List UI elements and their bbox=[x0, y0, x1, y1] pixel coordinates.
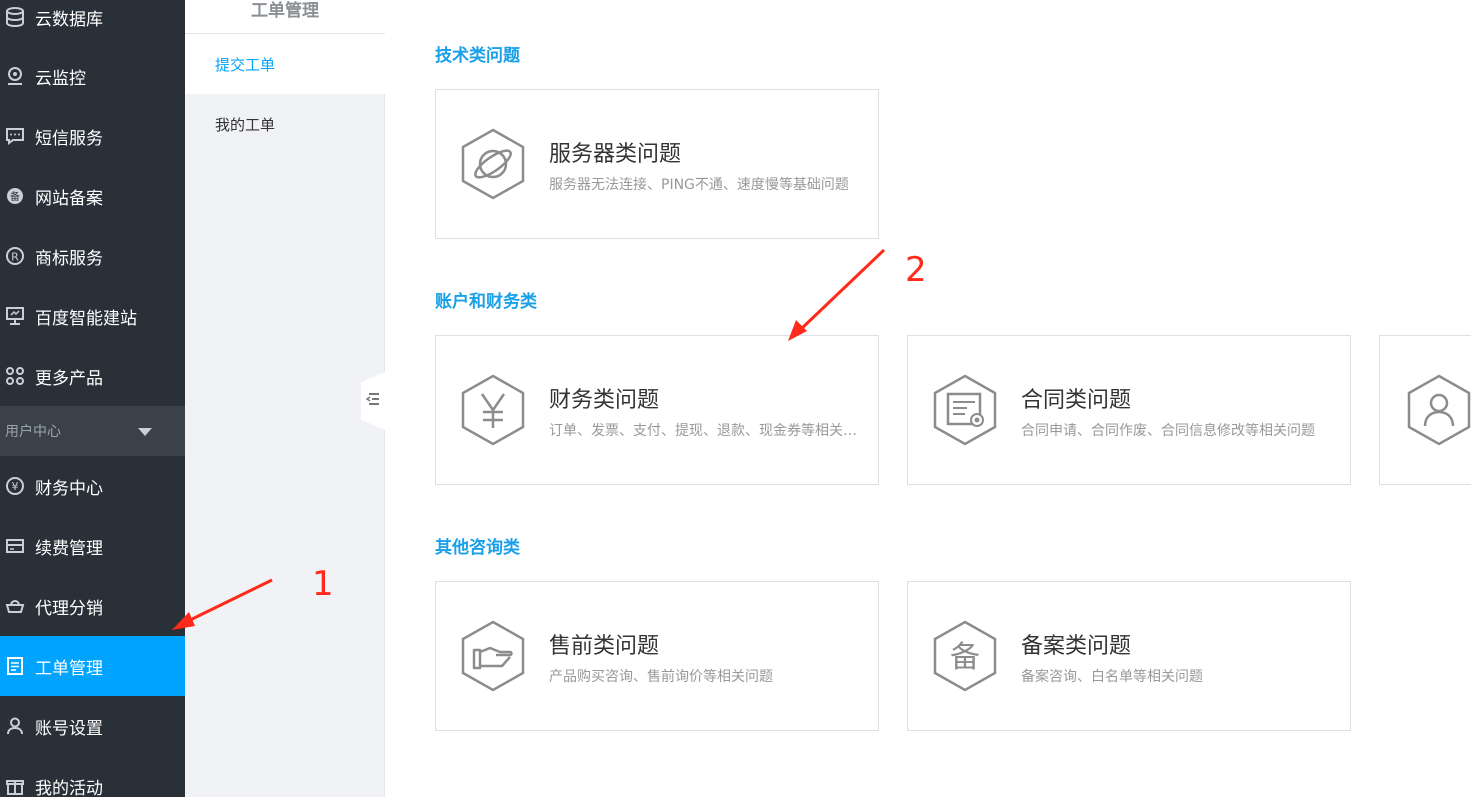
bei-icon: 备 bbox=[933, 620, 997, 692]
grid-icon bbox=[4, 365, 26, 387]
svg-text:¥: ¥ bbox=[12, 480, 19, 493]
group-title-other: 其他咨询类 bbox=[435, 538, 520, 558]
sidebar-section-user-center[interactable]: 用户中心 bbox=[0, 406, 185, 456]
sidebar-item-label: 续费管理 bbox=[35, 538, 103, 559]
card-description: 备案咨询、白名单等相关问题 bbox=[1021, 669, 1203, 685]
secondary-menu: 工单管理 提交工单 我的工单 bbox=[185, 0, 385, 797]
card-icp-issues[interactable]: 备 备案类问题 备案咨询、白名单等相关问题 bbox=[907, 581, 1351, 731]
sidebar-item-icp[interactable]: 备 网站备案 bbox=[0, 166, 185, 226]
gift-icon bbox=[4, 775, 26, 797]
message-icon bbox=[4, 125, 26, 147]
card-title: 售前类问题 bbox=[549, 634, 660, 659]
database-icon bbox=[4, 6, 26, 28]
submenu-item-submit-ticket[interactable]: 提交工单 bbox=[185, 34, 385, 94]
sidebar-item-label: 云监控 bbox=[35, 68, 86, 89]
card-finance-issues[interactable]: 财务类问题 订单、发票、支付、提现、退款、现金券等相关问题 bbox=[435, 335, 879, 485]
user-icon bbox=[1407, 374, 1471, 446]
card-description: 产品购买咨询、售前询价等相关问题 bbox=[549, 669, 773, 685]
sidebar-item-label: 工单管理 bbox=[35, 658, 103, 679]
app-root: 云数据库 云监控 短信服务 备 网站备案 R 商标服务 百度智能建站 更多产品 … bbox=[0, 0, 1471, 797]
registered-trademark-icon: R bbox=[4, 245, 26, 267]
contract-icon bbox=[933, 374, 997, 446]
card-title: 备案类问题 bbox=[1021, 634, 1132, 659]
sidebar-item-label: 更多产品 bbox=[35, 368, 103, 389]
ticket-icon bbox=[4, 655, 26, 677]
sidebar-item-trademark[interactable]: R 商标服务 bbox=[0, 226, 185, 286]
svg-text:备: 备 bbox=[10, 190, 20, 203]
group-title-account-finance: 账户和财务类 bbox=[435, 292, 537, 312]
group-title-tech: 技术类问题 bbox=[435, 46, 520, 66]
sidebar-item-agent[interactable]: 代理分销 bbox=[0, 576, 185, 636]
basket-icon bbox=[4, 595, 26, 617]
annotation-label-2: 2 bbox=[905, 250, 927, 290]
main-sidebar: 云数据库 云监控 短信服务 备 网站备案 R 商标服务 百度智能建站 更多产品 … bbox=[0, 0, 185, 797]
submenu-title: 工单管理 bbox=[185, 0, 385, 34]
sidebar-item-account-settings[interactable]: 账号设置 bbox=[0, 696, 185, 756]
sidebar-item-site-builder[interactable]: 百度智能建站 bbox=[0, 286, 185, 346]
sidebar-item-my-activities[interactable]: 我的活动 bbox=[0, 756, 185, 797]
sidebar-item-cloud-database[interactable]: 云数据库 bbox=[0, 0, 185, 47]
sidebar-item-renewal[interactable]: 续费管理 bbox=[0, 516, 185, 576]
sidebar-item-label: 财务中心 bbox=[35, 478, 103, 499]
card-description: 服务器无法连接、PING不通、速度慢等基础问题 bbox=[549, 177, 849, 193]
sidebar-item-label: 账号设置 bbox=[35, 718, 103, 739]
planet-icon bbox=[461, 128, 525, 200]
sidebar-item-cloud-monitor[interactable]: 云监控 bbox=[0, 46, 185, 106]
sidebar-item-sms[interactable]: 短信服务 bbox=[0, 106, 185, 166]
yen-icon bbox=[461, 374, 525, 446]
card-title: 财务类问题 bbox=[549, 388, 660, 413]
annotation-arrow-2 bbox=[788, 248, 886, 341]
submenu-item-label: 提交工单 bbox=[215, 55, 276, 74]
sidebar-item-finance-center[interactable]: ¥ 财务中心 bbox=[0, 456, 185, 516]
sidebar-item-label: 商标服务 bbox=[35, 248, 103, 269]
card-title: 合同类问题 bbox=[1021, 388, 1132, 413]
sidebar-item-ticket-management[interactable]: 工单管理 bbox=[0, 636, 185, 696]
caret-down-icon bbox=[138, 428, 152, 436]
svg-text:R: R bbox=[11, 251, 19, 264]
sidebar-item-more-products[interactable]: 更多产品 bbox=[0, 346, 185, 406]
record-badge-icon: 备 bbox=[4, 185, 26, 207]
sidebar-item-label: 我的活动 bbox=[35, 778, 103, 797]
section-label: 用户中心 bbox=[5, 424, 61, 440]
svg-text:备: 备 bbox=[950, 640, 980, 675]
yen-circle-icon: ¥ bbox=[4, 475, 26, 497]
card-contract-issues[interactable]: 合同类问题 合同申请、合同作废、合同信息修改等相关问题 bbox=[907, 335, 1351, 485]
card-icon bbox=[4, 535, 26, 557]
hand-icon bbox=[461, 620, 525, 692]
monitor-camera-icon bbox=[4, 65, 26, 87]
sidebar-item-label: 代理分销 bbox=[35, 598, 103, 619]
user-icon bbox=[4, 715, 26, 737]
sidebar-item-label: 网站备案 bbox=[35, 188, 103, 209]
menu-collapse-icon bbox=[365, 391, 381, 411]
card-title: 服务器类问题 bbox=[549, 142, 682, 167]
submenu-item-my-tickets[interactable]: 我的工单 bbox=[185, 94, 385, 154]
sidebar-item-label: 短信服务 bbox=[35, 128, 103, 149]
card-description: 订单、发票、支付、提现、退款、现金券等相关问题 bbox=[549, 423, 859, 439]
desktop-icon bbox=[4, 305, 26, 327]
card-description: 合同申请、合同作废、合同信息修改等相关问题 bbox=[1021, 423, 1315, 439]
card-server-issues[interactable]: 服务器类问题 服务器无法连接、PING不通、速度慢等基础问题 bbox=[435, 89, 879, 239]
sidebar-item-label: 百度智能建站 bbox=[35, 308, 137, 329]
submenu-item-label: 我的工单 bbox=[215, 115, 276, 134]
card-presales-issues[interactable]: 售前类问题 产品购买咨询、售前询价等相关问题 bbox=[435, 581, 879, 731]
sidebar-item-label: 云数据库 bbox=[35, 9, 103, 30]
card-account-issues-partial[interactable] bbox=[1379, 335, 1471, 485]
annotation-label-1: 1 bbox=[312, 564, 334, 604]
